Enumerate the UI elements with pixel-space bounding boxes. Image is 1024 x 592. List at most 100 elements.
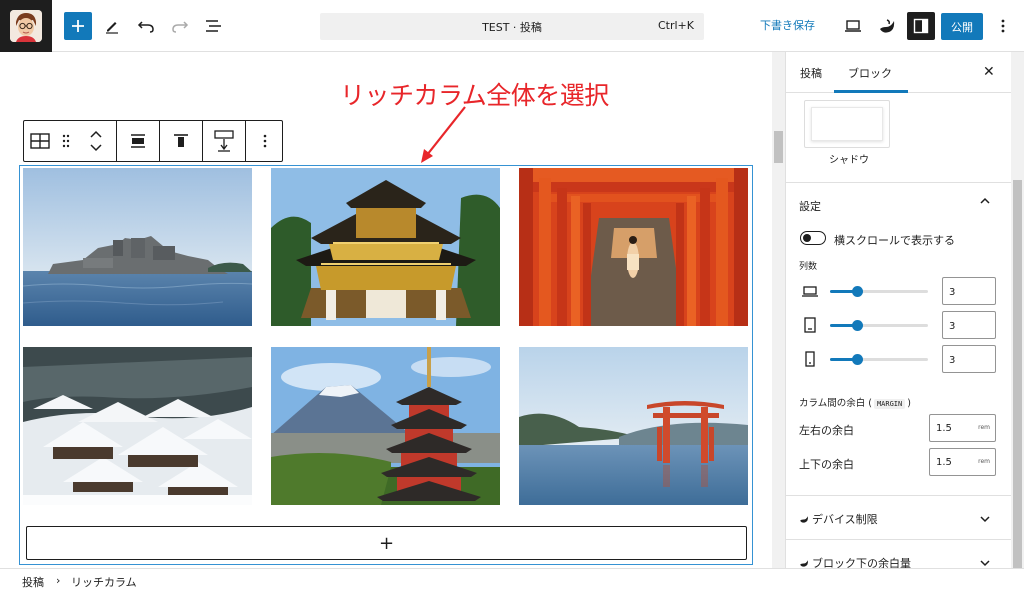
more-vertical-icon [263,134,267,148]
undo-icon [137,21,154,33]
desktop-icon [802,283,818,299]
sidebar-tabs: 投稿 ブロック ✕ [786,52,1011,93]
vertical-gap-unit: rem [978,458,990,465]
desktop-icon [845,20,861,32]
columns-tablet-input[interactable]: 3 [942,311,996,339]
publish-button[interactable]: 公開 [941,13,983,40]
move-block-button[interactable] [76,121,116,161]
shadow-preview [811,107,883,141]
breadcrumb-item-post[interactable]: 投稿 [22,574,44,590]
horizontal-gap-value: 1.5 [936,423,952,434]
shadow-style-option[interactable] [804,100,890,148]
active-tab-indicator [834,90,908,93]
columns-tablet-row: 3 [786,311,1011,341]
vertical-align-group [160,121,203,161]
block-inserter-button[interactable] [64,12,92,40]
breadcrumb-item-rich-column[interactable]: リッチカラム [71,574,137,590]
columns-desktop-row: 3 [786,277,1011,307]
undo-button[interactable] [132,12,160,40]
block-options-button[interactable] [246,121,284,161]
columns-label: 列数 [799,262,818,272]
divider [786,539,1011,540]
block-editor: TEST · 投稿 Ctrl+K 下書き保存 公開 リッチカラム全体を選択 + … [0,0,1024,592]
column-image-yomeimon[interactable] [271,168,500,326]
block-bottom-margin-label: ブロック下の余白量 [812,557,911,568]
columns-mobile-row: 3 [786,345,1011,375]
column-gap-suffix: ) [907,398,911,409]
plus-icon [72,20,84,32]
preview-device-button[interactable] [839,12,867,40]
horizontal-gap-unit: rem [978,424,990,431]
chevron-up-icon[interactable] [979,195,991,210]
column-image-shirakawago[interactable] [23,347,252,505]
options-button[interactable] [989,12,1017,40]
editor-header: TEST · 投稿 Ctrl+K 下書き保存 公開 [0,0,1024,52]
annotation-arrow [421,106,466,163]
add-block-button[interactable]: + [26,526,747,560]
columns-mobile-slider[interactable] [830,354,928,365]
column-image-fuji-pagoda[interactable] [271,347,500,505]
horizontal-scroll-toggle[interactable] [800,231,826,245]
slider-thumb[interactable] [852,286,864,297]
more-vertical-icon [1001,19,1005,33]
list-view-button[interactable] [200,12,228,40]
spacing-group [203,121,246,161]
vertical-spacing-icon [214,130,234,152]
chevron-down-icon[interactable] [979,513,991,528]
pencil-icon [106,22,118,34]
device-limit-panel[interactable]: デバイス制限 [799,511,878,527]
list-view-icon [206,20,221,32]
block-toolbar [23,120,283,162]
column-image-fushimi-inari[interactable] [519,168,748,326]
columns-tablet-slider[interactable] [830,320,928,331]
command-palette-button[interactable]: TEST · 投稿 Ctrl+K [320,13,704,40]
shadow-style-label: シャドウ [829,155,869,166]
divider [786,495,1011,496]
spacing-button[interactable] [203,121,245,161]
tab-block[interactable]: ブロック [848,65,892,81]
chevron-down-icon[interactable] [979,557,991,568]
save-draft-button[interactable]: 下書き保存 [760,17,815,33]
margin-code: MARGIN [873,399,906,409]
horizontal-gap-label: 左右の余白 [799,424,854,437]
slider-thumb[interactable] [852,320,864,331]
column-image-itsukushima[interactable] [519,347,748,505]
settings-sidebar-toggle[interactable] [907,12,935,40]
device-limit-label: デバイス制限 [812,513,878,526]
command-shortcut: Ctrl+K [657,19,694,32]
mobile-icon [802,351,818,367]
redo-button[interactable] [166,12,194,40]
breadcrumb: 投稿 › リッチカラム [0,568,1024,592]
settings-sidebar: 投稿 ブロック ✕ シャドウ 設定 横スクロールで表示する 列数 3 3 3 カ… [785,52,1011,568]
sidebar-scrollbar[interactable] [1011,52,1024,570]
columns-desktop-input[interactable]: 3 [942,277,996,305]
slider-thumb[interactable] [852,354,864,365]
sidebar-toggle-icon [913,18,929,34]
pro-icon [800,516,808,523]
horizontal-gap-input[interactable]: 1.5 rem [929,414,996,442]
align-wide-icon [131,134,145,148]
columns-mobile-input[interactable]: 3 [942,345,996,373]
settings-panel-title[interactable]: 設定 [799,198,821,214]
align-button[interactable] [117,121,159,161]
sidebar-scrollbar-thumb[interactable] [1013,180,1022,570]
pro-icon [880,19,895,33]
rich-column-block[interactable]: + [19,165,753,565]
block-type-group [24,121,117,161]
column-image-gunkanjima[interactable] [23,168,252,326]
columns-desktop-slider[interactable] [830,286,928,297]
block-bottom-margin-panel[interactable]: ブロック下の余白量 [799,555,911,568]
column-gap-prefix: カラム間の余白 ( [799,398,872,409]
vertical-align-button[interactable] [160,121,202,161]
canvas-scrollbar[interactable] [772,52,785,568]
redo-icon [172,21,189,33]
pro-settings-button[interactable] [873,12,901,40]
canvas-scrollbar-thumb[interactable] [774,131,783,163]
tools-button[interactable] [98,12,126,40]
vertical-gap-input[interactable]: 1.5 rem [929,448,996,476]
block-type-button[interactable] [24,121,56,161]
site-icon-button[interactable] [0,0,52,52]
drag-handle[interactable] [56,121,76,161]
close-icon[interactable]: ✕ [983,64,995,80]
tab-post[interactable]: 投稿 [800,65,822,81]
